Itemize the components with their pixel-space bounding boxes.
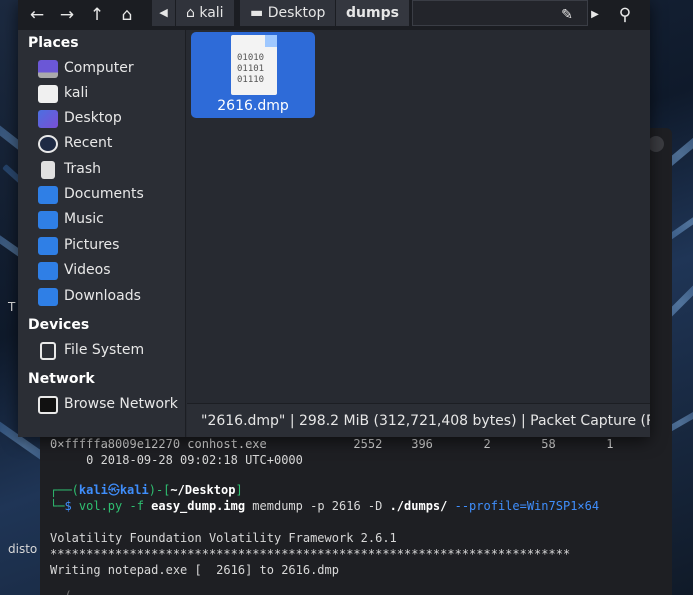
sidebar-item-label: Desktop: [64, 110, 122, 126]
sidebar-item-downloads[interactable]: Downloads: [18, 285, 186, 309]
cmd-profile: --profile=Win7SP1×64: [447, 499, 600, 513]
section-network: Network: [28, 371, 95, 387]
clock-icon: [38, 135, 58, 153]
sidebar-item-label: Videos: [64, 262, 111, 278]
terminal-output-line: 0×fffffa8009e12270 conhost.exe 2552 396 …: [50, 437, 614, 451]
network-icon: [38, 396, 58, 414]
terminal-output-line: 0 2018-09-28 09:02:18 UTC+0000: [50, 453, 303, 467]
sidebar-item-label: Downloads: [64, 288, 141, 304]
status-bar: "2616.dmp" | 298.2 MiB (312,721,408 byte…: [187, 403, 650, 437]
breadcrumb-desktop[interactable]: ▬ Desktop: [240, 0, 337, 26]
sidebar-item-label: Computer: [64, 60, 134, 76]
sidebar-item-label: File System: [64, 342, 145, 358]
section-places: Places: [28, 35, 79, 51]
breadcrumb-label: kali: [199, 5, 224, 21]
terminal-prompt: ┌──(kali㉿kali)-[~/Desktop]: [50, 483, 243, 497]
sidebar-item-label: Documents: [64, 186, 144, 202]
sidebar-item-file-system[interactable]: File System: [18, 339, 186, 363]
cmd-part: memdump -p 2616 -D: [245, 499, 390, 513]
videos-folder-icon: [38, 262, 58, 280]
desktop-icon-label[interactable]: T: [8, 300, 15, 314]
sidebar-item-browse-network[interactable]: Browse Network: [18, 393, 186, 417]
computer-icon: [38, 60, 58, 78]
terminal-prompt-partial: ──(: [50, 588, 72, 595]
file-name: 2616.dmp: [217, 98, 289, 114]
home-icon[interactable]: ⌂: [116, 4, 138, 26]
sidebar-item-desktop[interactable]: Desktop: [18, 107, 186, 131]
binary-digits: 01010 01101 01110: [237, 53, 264, 86]
prompt-user: kali: [78, 483, 108, 497]
music-folder-icon: [38, 211, 58, 229]
icon-bits-line: 01010: [237, 53, 265, 63]
cmd-file: easy_dump.img: [151, 499, 246, 513]
page-fold: [265, 35, 277, 47]
file-item[interactable]: 01010 01101 01110 2616.dmp: [191, 32, 315, 118]
icon-bits-line: 01101: [237, 64, 265, 74]
trash-icon: [41, 161, 55, 179]
disk-icon: [40, 342, 56, 360]
sidebar-item-videos[interactable]: Videos: [18, 259, 186, 283]
cmd-dir: ./dumps/: [389, 499, 448, 513]
up-arrow-icon[interactable]: ↑: [86, 4, 108, 26]
sidebar-item-label: Recent: [64, 135, 113, 151]
sidebar-item-computer[interactable]: Computer: [18, 57, 186, 81]
home-icon: ⌂: [186, 5, 200, 21]
icon-bits-line: 01110: [237, 75, 265, 85]
prompt-dir: ~/Desktop: [170, 483, 236, 497]
binary-file-icon: 01010 01101 01110: [231, 35, 277, 95]
terminal-output-line: Writing notepad.exe [ 2616] to 2616.dmp: [50, 563, 339, 577]
desktop-folder-icon: [38, 110, 58, 128]
sidebar-item-trash[interactable]: Trash: [18, 158, 186, 182]
sidebar-item-label: Music: [64, 211, 104, 227]
edit-location-icon[interactable]: ✎: [556, 4, 578, 26]
sidebar-item-kali[interactable]: kali: [18, 82, 186, 106]
sidebar-item-label: Trash: [64, 161, 101, 177]
downloads-folder-icon: [38, 288, 58, 306]
terminal-output-line: ****************************************…: [50, 547, 571, 561]
breadcrumb-label: dumps: [346, 5, 399, 21]
file-view[interactable]: 01010 01101 01110 2616.dmp: [187, 30, 650, 403]
terminal-output-line: Volatility Foundation Volatility Framewo…: [50, 531, 397, 545]
forward-arrow-icon[interactable]: →: [56, 4, 78, 26]
breadcrumb-scroll-right[interactable]: ▶: [584, 4, 606, 26]
header-bar: ← → ↑ ⌂ ◀ ⌂ kali ▬ Desktop dumps ✎ ▶ ⚲: [18, 0, 650, 30]
sidebar: Places Computer kali Desktop Recent Tras…: [18, 30, 186, 437]
desktop-icon-label[interactable]: disto: [8, 542, 37, 556]
sidebar-item-label: Pictures: [64, 237, 120, 253]
cmd-part: vol.py -f: [78, 499, 152, 513]
sidebar-item-label: Browse Network: [64, 396, 178, 412]
sidebar-item-recent[interactable]: Recent: [18, 132, 186, 156]
sidebar-item-pictures[interactable]: Pictures: [18, 234, 186, 258]
sidebar-item-music[interactable]: Music: [18, 208, 186, 232]
breadcrumb-dumps[interactable]: dumps: [336, 0, 410, 26]
search-icon[interactable]: ⚲: [614, 4, 636, 26]
file-chooser-window[interactable]: ← → ↑ ⌂ ◀ ⌂ kali ▬ Desktop dumps ✎ ▶ ⚲ P…: [18, 0, 650, 437]
home-folder-icon: [38, 85, 58, 103]
breadcrumb-scroll-left[interactable]: ◀: [152, 0, 176, 26]
terminal-command: └─$ vol.py -f easy_dump.img memdump -p 2…: [50, 499, 600, 513]
breadcrumb-kali[interactable]: ⌂ kali: [176, 0, 235, 26]
sidebar-item-label: kali: [64, 85, 89, 101]
close-icon[interactable]: [648, 136, 664, 152]
desktop-icon: ▬: [250, 5, 268, 21]
prompt-host: kali: [119, 483, 149, 497]
breadcrumb-label: Desktop: [267, 5, 326, 21]
back-arrow-icon[interactable]: ←: [26, 4, 48, 26]
section-devices: Devices: [28, 317, 90, 333]
sidebar-item-documents[interactable]: Documents: [18, 183, 186, 207]
documents-folder-icon: [38, 186, 58, 204]
pictures-folder-icon: [38, 237, 58, 255]
